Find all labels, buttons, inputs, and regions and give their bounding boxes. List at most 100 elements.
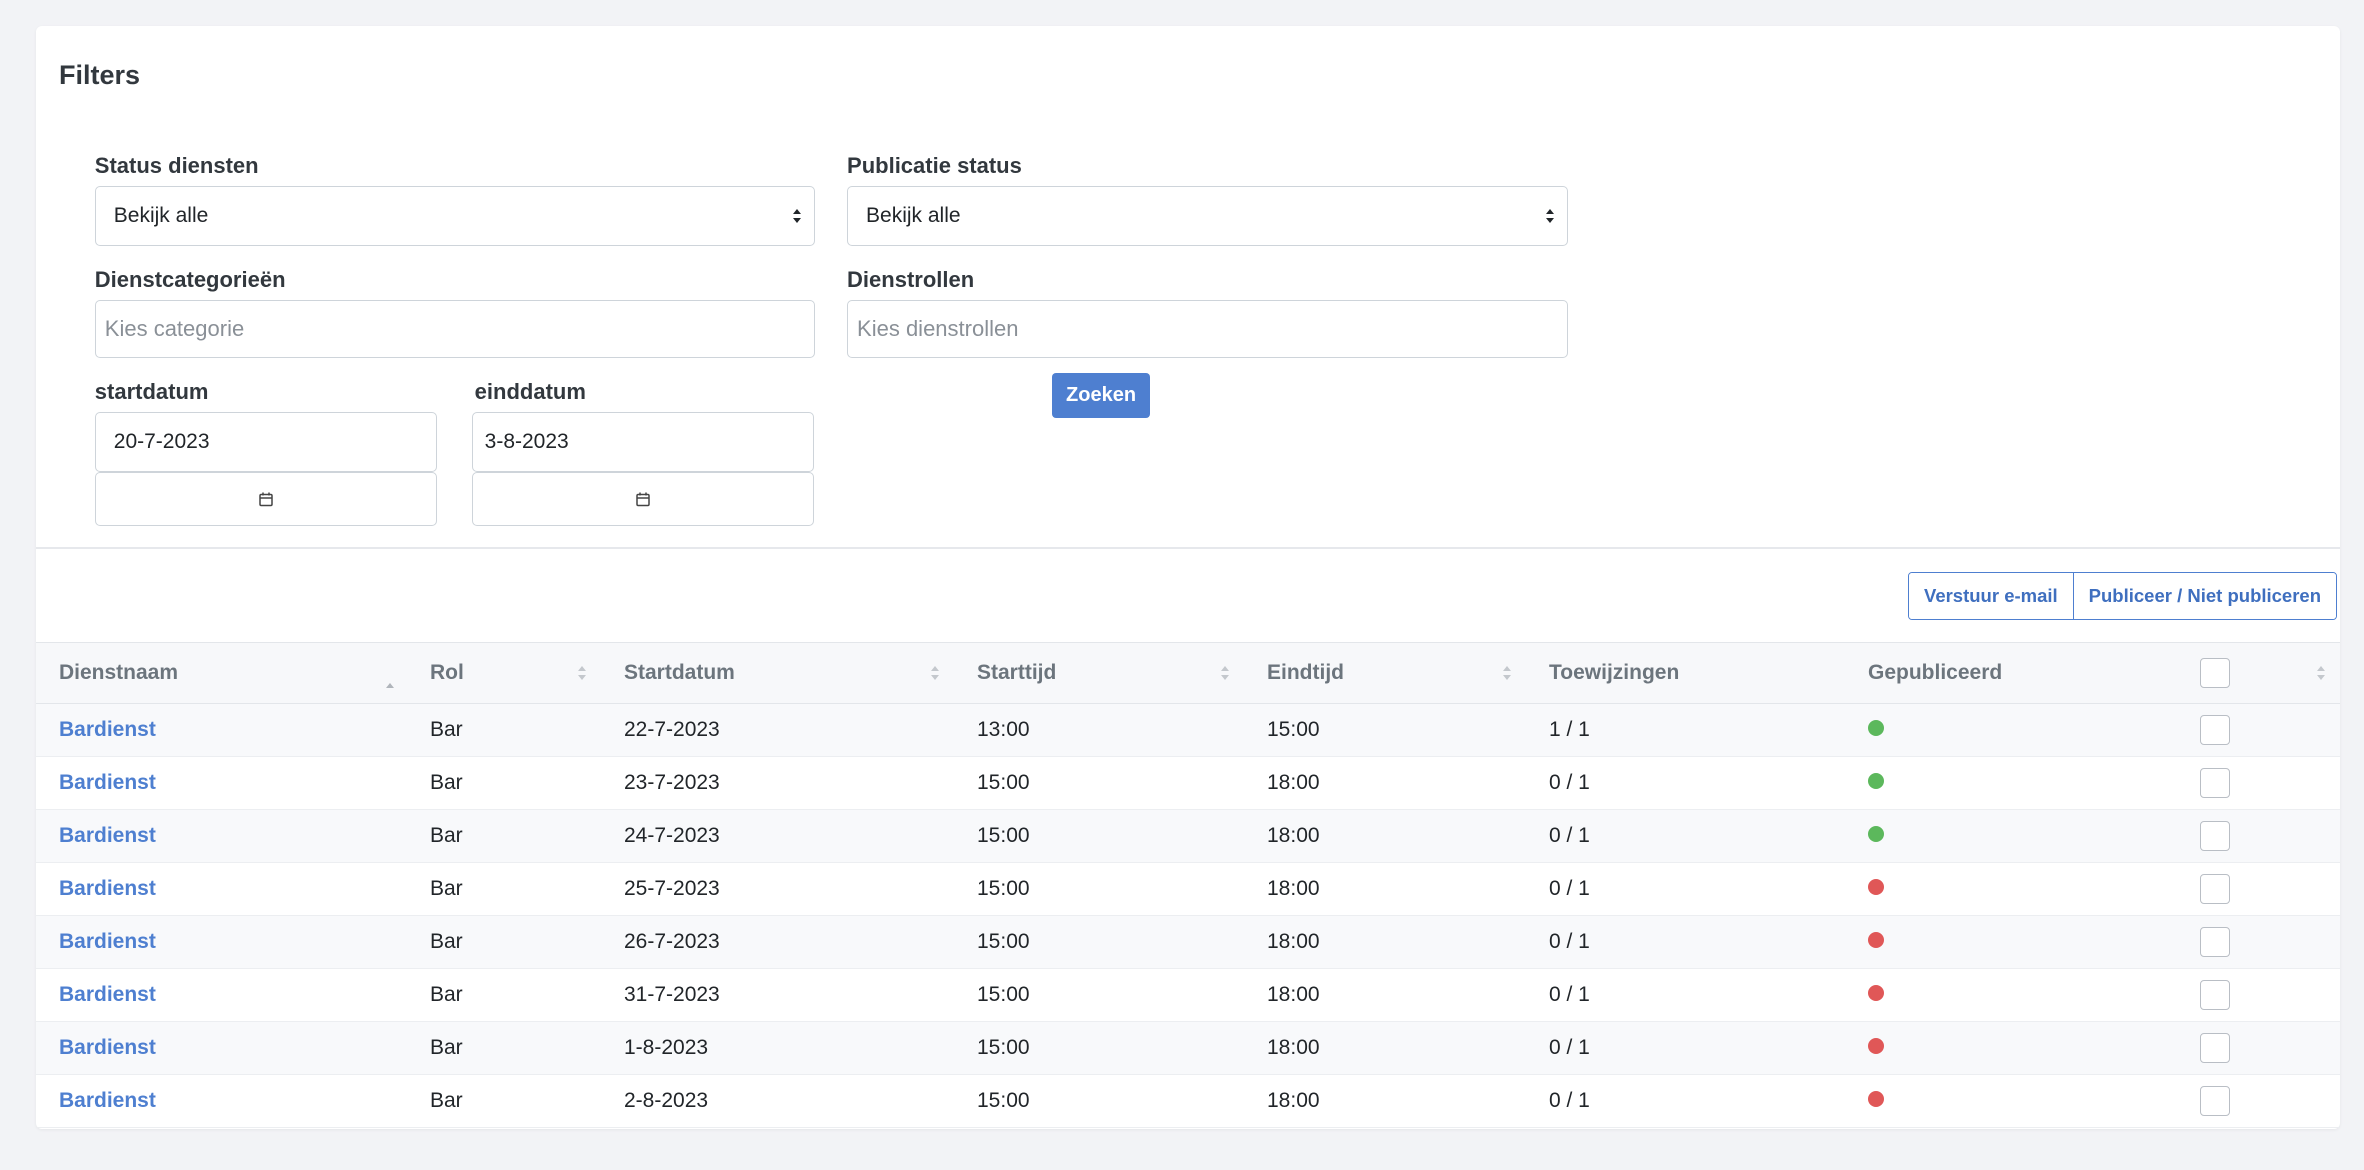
row-select-checkbox[interactable] [2200, 1086, 2230, 1116]
einddatum-input[interactable]: 3-8-2023 [471, 411, 814, 473]
einddatum-label: einddatum [474, 378, 586, 404]
startdatum-cell: 1-8-2023 [624, 1036, 709, 1059]
sort-icon [931, 666, 939, 680]
row-select-cell [2177, 863, 2340, 916]
verstuur-email-button[interactable]: Verstuur e-mail [1909, 573, 2073, 619]
column-header-eindtijd[interactable]: Eindtijd [1244, 643, 1526, 704]
table-row: Bardienst Bar 2-8-2023 15:00 18:00 0 / 1 [36, 1075, 2340, 1128]
starttijd-cell: 15:00 [977, 930, 1030, 953]
gepubliceerd-cell [1845, 1075, 2177, 1128]
dienstnaam-link[interactable]: Bardienst [36, 1075, 407, 1128]
table-row: Bardienst Bar 1-8-2023 15:00 18:00 0 / 1 [36, 1021, 2340, 1075]
publicatie-status-label: Publicatie status [847, 152, 1022, 178]
startdatum-cell: 31-7-2023 [624, 983, 720, 1006]
starttijd-cell: 13:00 [977, 718, 1030, 741]
row-select-checkbox[interactable] [2200, 715, 2230, 745]
calendar-icon [259, 492, 273, 507]
zoeken-button[interactable]: Zoeken [1052, 372, 1151, 418]
startdatum-value: 20-7-2023 [113, 430, 210, 454]
rol-cell: Bar [430, 983, 463, 1006]
rol-cell: Bar [430, 718, 463, 741]
toewijzingen-cell: 0 / 1 [1549, 1089, 1590, 1112]
column-header-rol[interactable]: Rol [407, 643, 601, 704]
dienstcategorieen-placeholder: Kies categorie [104, 316, 245, 341]
eindtijd-cell: 18:00 [1267, 1036, 1320, 1059]
dienstnaam-link[interactable]: Bardienst [36, 810, 407, 863]
row-select-cell [2177, 704, 2340, 757]
dienstnaam-link[interactable]: Bardienst [36, 916, 407, 969]
table-row: Bardienst Bar 25-7-2023 15:00 18:00 0 / 1 [36, 863, 2340, 916]
dienstcategorieen-input[interactable]: Kies categorie [94, 300, 816, 358]
rol-cell: Bar [430, 877, 463, 900]
row-select-checkbox[interactable] [2200, 768, 2230, 798]
starttijd-cell: 15:00 [977, 877, 1030, 900]
gepubliceerd-cell [1845, 1022, 2177, 1075]
einddatum-picker-button[interactable] [471, 472, 814, 527]
startdatum-cell: 2-8-2023 [624, 1089, 709, 1112]
select-all-checkbox[interactable] [2200, 658, 2230, 688]
table-row: Bardienst Bar 26-7-2023 15:00 18:00 0 / 1 [36, 915, 2340, 969]
sort-icon [1503, 666, 1511, 680]
startdatum-cell: 24-7-2023 [624, 824, 720, 847]
eindtijd-cell: 15:00 [1267, 718, 1320, 741]
row-select-checkbox[interactable] [2200, 927, 2230, 957]
gepubliceerd-cell [1845, 757, 2177, 810]
rol-cell: Bar [430, 824, 463, 847]
dienstnaam-link[interactable]: Bardienst [36, 1022, 407, 1075]
rol-cell: Bar [430, 771, 463, 794]
column-header-select [2177, 643, 2340, 704]
status-diensten-select[interactable]: Bekijk alle [94, 185, 816, 247]
rol-cell: Bar [430, 1036, 463, 1059]
dienstcategorieen-label: Dienstcategorieën [94, 267, 286, 293]
dienstrollen-input[interactable]: Kies dienstrollen [847, 300, 1568, 358]
startdatum-input[interactable]: 20-7-2023 [94, 411, 437, 473]
eindtijd-cell: 18:00 [1267, 877, 1320, 900]
dienstnaam-link[interactable]: Bardienst [36, 863, 407, 916]
table-row: Bardienst Bar 24-7-2023 15:00 18:00 0 / 1 [36, 809, 2340, 863]
startdatum-label: startdatum [94, 378, 209, 404]
dienstrollen-placeholder: Kies dienstrollen [857, 316, 1019, 341]
rol-cell: Bar [430, 930, 463, 953]
eindtijd-cell: 18:00 [1267, 1089, 1320, 1112]
sort-icon [2317, 666, 2325, 680]
column-header-dienstnaam[interactable]: Dienstnaam [36, 643, 407, 704]
row-select-checkbox[interactable] [2200, 874, 2230, 904]
row-select-cell [2177, 810, 2340, 863]
dienstnaam-link[interactable]: Bardienst [36, 704, 407, 757]
sort-asc-icon [386, 683, 394, 688]
publicatie-status-select[interactable]: Bekijk alle [847, 185, 1568, 247]
sort-icon [578, 666, 586, 680]
startdatum-cell: 22-7-2023 [624, 718, 720, 741]
dienstnaam-link[interactable]: Bardienst [36, 757, 407, 810]
rol-cell: Bar [430, 1089, 463, 1112]
eindtijd-cell: 18:00 [1267, 983, 1320, 1006]
filters-title: Filters [59, 60, 141, 90]
status-diensten-value: Bekijk alle [113, 203, 209, 227]
column-header-starttijd[interactable]: Starttijd [954, 643, 1244, 704]
startdatum-cell: 23-7-2023 [624, 771, 720, 794]
published-status-dot [1868, 826, 1884, 842]
eindtijd-cell: 18:00 [1267, 824, 1320, 847]
unpublished-status-dot [1868, 1038, 1884, 1054]
row-select-checkbox[interactable] [2200, 980, 2230, 1010]
toewijzingen-cell: 0 / 1 [1549, 877, 1590, 900]
section-divider [36, 547, 2340, 549]
startdatum-picker-button[interactable] [94, 472, 437, 527]
gepubliceerd-cell [1845, 863, 2177, 916]
publiceer-button[interactable]: Publiceer / Niet publiceren [2072, 573, 2337, 619]
row-select-checkbox[interactable] [2200, 1033, 2230, 1063]
unpublished-status-dot [1868, 1091, 1884, 1107]
toewijzingen-cell: 1 / 1 [1549, 718, 1590, 741]
toewijzingen-cell: 0 / 1 [1549, 1036, 1590, 1059]
column-header-gepubliceerd: Gepubliceerd [1868, 661, 2003, 684]
startdatum-cell: 25-7-2023 [624, 877, 720, 900]
starttijd-cell: 15:00 [977, 1089, 1030, 1112]
row-select-cell [2177, 757, 2340, 810]
table-header-row: Dienstnaam Rol Startdatum Starttijd Eind… [36, 642, 2340, 704]
row-select-checkbox[interactable] [2200, 821, 2230, 851]
column-header-toewijzingen: Toewijzingen [1549, 661, 1680, 684]
dienstnaam-link[interactable]: Bardienst [36, 969, 407, 1022]
column-header-startdatum[interactable]: Startdatum [601, 643, 954, 704]
status-diensten-label: Status diensten [94, 152, 259, 178]
unpublished-status-dot [1868, 879, 1884, 895]
